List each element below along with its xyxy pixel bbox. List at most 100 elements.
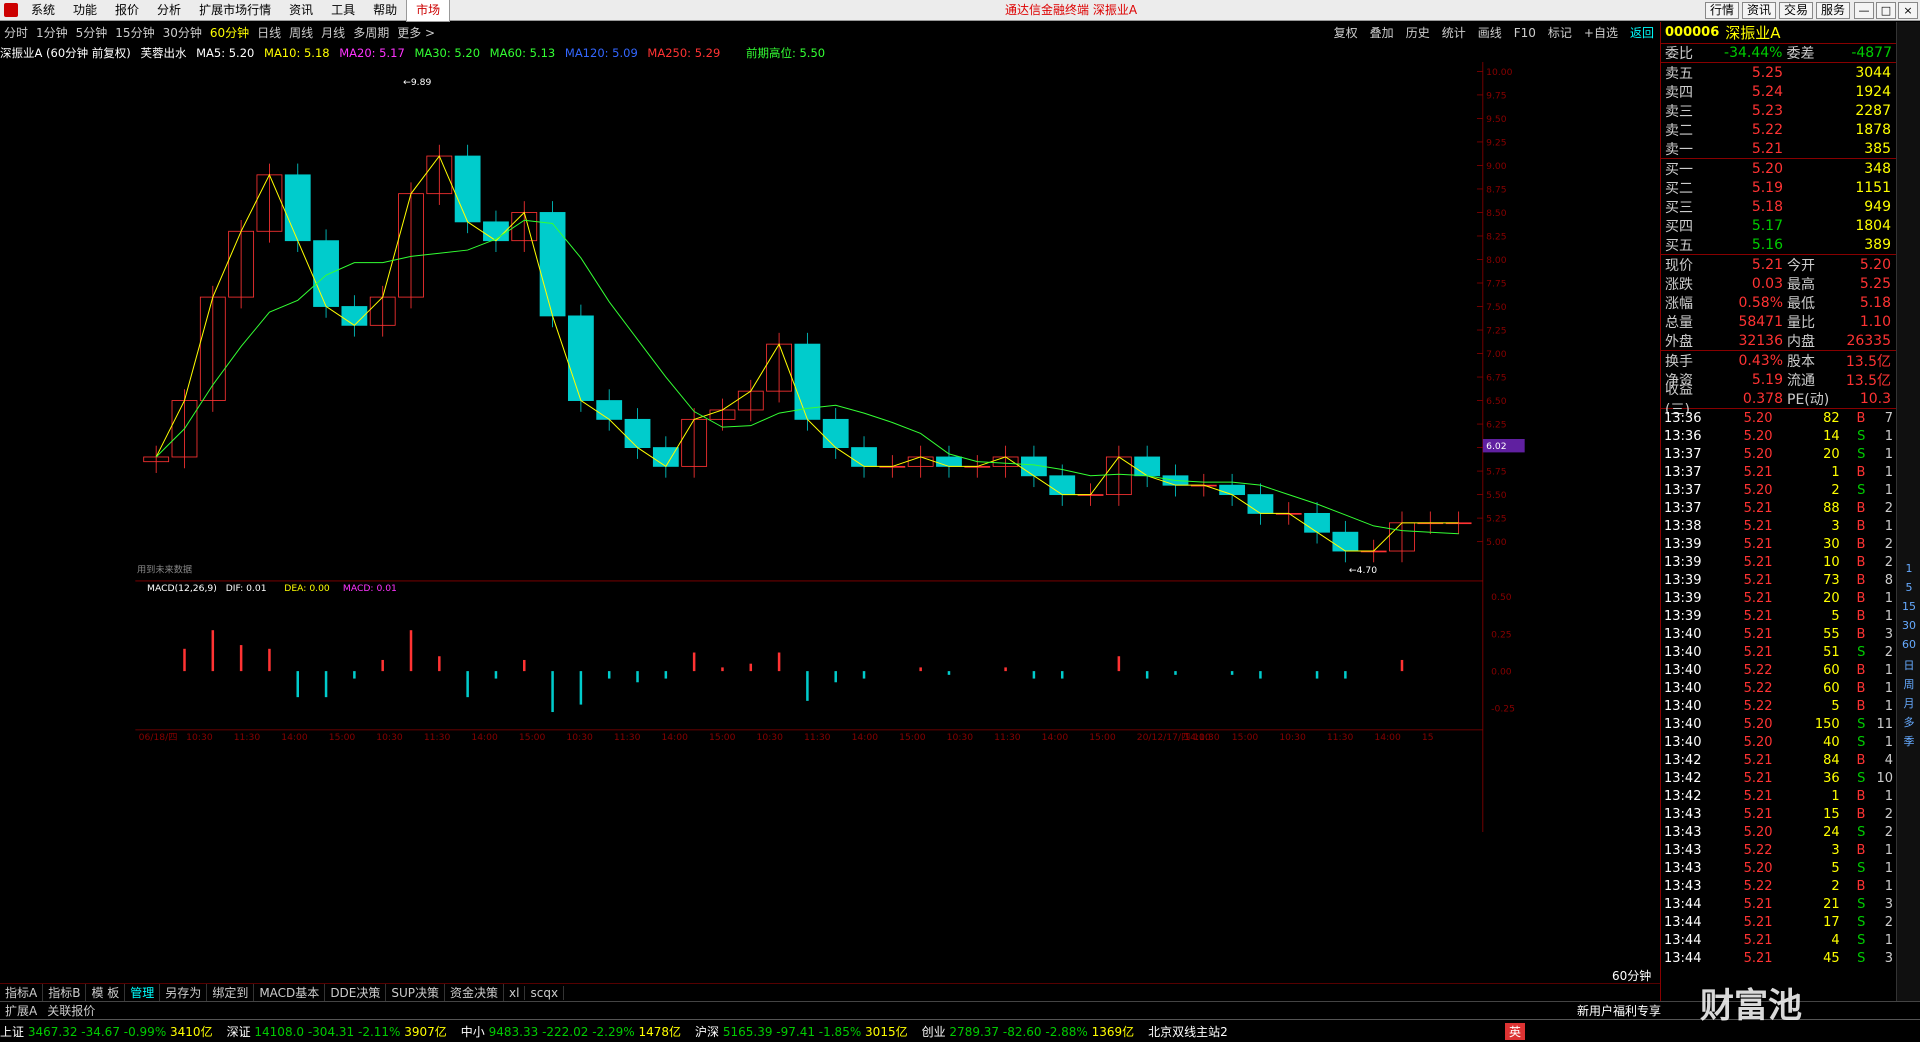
tick-volume: 20 — [1823, 446, 1840, 462]
indicator-tab[interactable]: 指标B — [43, 984, 87, 1001]
tick-side: S — [1857, 932, 1866, 948]
index-quote[interactable]: 深证 14108.0 -304.31 -2.11% 3907亿 — [227, 1023, 447, 1040]
macd-y-tick-label: 0.50 — [1491, 592, 1512, 603]
promo-link[interactable]: 新用户福利专享 — [1572, 1002, 1666, 1019]
bid-row[interactable]: 买三 5.18 949 — [1661, 197, 1896, 216]
index-amount: 3410亿 — [170, 1024, 213, 1039]
indicator-tab[interactable]: 另存为 — [160, 984, 208, 1001]
menu-item-tools[interactable]: 工具 — [322, 0, 364, 21]
close-icon[interactable]: × — [1898, 2, 1918, 19]
toolbar-draw-button[interactable]: 画线 — [1472, 24, 1508, 41]
bid-row[interactable]: 买四 5.17 1804 — [1661, 216, 1896, 235]
menu-item-system[interactable]: 系统 — [22, 0, 64, 21]
tab-extension-a[interactable]: 扩展A — [0, 1002, 42, 1019]
news-button[interactable]: 资讯 — [1742, 2, 1777, 19]
side-period-icon[interactable]: 15 — [1900, 600, 1918, 616]
ask-row[interactable]: 卖五 5.25 3044 — [1661, 63, 1896, 82]
trade-button[interactable]: 交易 — [1779, 2, 1814, 19]
indicator-tab[interactable]: SUP决策 — [386, 984, 446, 1001]
toolbar-back-button[interactable]: 返回 — [1624, 24, 1660, 41]
side-period-icon[interactable]: 月 — [1900, 695, 1918, 711]
ask-row[interactable]: 卖三 5.23 2287 — [1661, 101, 1896, 120]
indicator-tab[interactable]: 模 板 — [86, 984, 126, 1001]
toolbar-fuquan-button[interactable]: 复权 — [1328, 24, 1364, 41]
period-tab-month[interactable]: 月线 — [317, 24, 349, 41]
ask-row[interactable]: 卖一 5.21 385 — [1661, 139, 1896, 158]
ime-indicator[interactable]: 英 — [1505, 1022, 1526, 1040]
index-quote[interactable]: 中小 9483.33 -222.02 -2.29% 1478亿 — [461, 1023, 681, 1040]
ask-label: 卖三 — [1665, 103, 1693, 120]
macd-series-label: DIF: 0.01 — [226, 583, 267, 594]
menu-item-help[interactable]: 帮助 — [364, 0, 406, 21]
period-tab-fenshi[interactable]: 分时 — [0, 24, 32, 41]
price-chart-area[interactable]: 10.00 9.75 9.50 9.25 9.00 8.75 8.50 8.25 8.00 7.7… — [0, 62, 1660, 832]
menu-item-function[interactable]: 功能 — [64, 0, 106, 21]
indicator-tab[interactable]: scqx — [525, 985, 565, 1000]
service-button[interactable]: 服务 — [1816, 2, 1851, 19]
period-tab-1min[interactable]: 1分钟 — [32, 24, 72, 41]
index-quote[interactable]: 创业 2789.37 -82.60 -2.88% 1369亿 — [922, 1023, 1135, 1040]
tick-price: 5.20 — [1743, 410, 1773, 426]
tick-list[interactable]: 13:36 5.20 82 B 7 13:36 5.20 14 S 1 13:37 5.20 20 S 1 1… — [1661, 408, 1896, 967]
index-amount: 1369亿 — [1091, 1024, 1135, 1039]
indicator-tab[interactable]: 绑定到 — [207, 984, 255, 1001]
index-quote[interactable]: 上证 3467.32 -34.67 -0.99% 3410亿 — [0, 1023, 213, 1040]
indicator-name[interactable]: 芙蓉出水 — [140, 46, 186, 60]
period-tab-multi[interactable]: 多周期 — [349, 24, 393, 41]
quote-button[interactable]: 行情 — [1705, 2, 1740, 19]
period-tab-day[interactable]: 日线 — [253, 24, 285, 41]
tick-volume: 14 — [1823, 428, 1840, 444]
toolbar-overlay-button[interactable]: 叠加 — [1364, 24, 1400, 41]
toolbar-mark-button[interactable]: 标记 — [1542, 24, 1578, 41]
period-tab-more[interactable]: 更多 > — [393, 24, 439, 41]
tab-related-quote[interactable]: 关联报价 — [42, 1002, 100, 1019]
ask-row[interactable]: 卖二 5.22 1878 — [1661, 120, 1896, 139]
ask-row[interactable]: 卖四 5.24 1924 — [1661, 82, 1896, 101]
index-quote[interactable]: 沪深 5165.39 -97.41 -1.85% 3015亿 — [695, 1023, 908, 1040]
bid-row[interactable]: 买二 5.19 1151 — [1661, 178, 1896, 197]
side-period-icon[interactable]: 5 — [1900, 581, 1918, 597]
toolbar-history-button[interactable]: 历史 — [1400, 24, 1436, 41]
indicator-tab[interactable]: 资金决策 — [445, 984, 505, 1001]
side-period-icon[interactable]: 30 — [1900, 619, 1918, 635]
maximize-icon[interactable]: □ — [1876, 2, 1896, 19]
tick-price: 5.20 — [1743, 446, 1773, 462]
side-period-icon[interactable]: 季 — [1900, 733, 1918, 749]
bid-label: 买二 — [1665, 180, 1693, 197]
toolbar-f10-button[interactable]: F10 — [1508, 26, 1542, 40]
bid-row[interactable]: 买一 5.20 348 — [1661, 159, 1896, 178]
side-period-icon[interactable]: 周 — [1900, 676, 1918, 692]
menu-item-news[interactable]: 资讯 — [280, 0, 322, 21]
side-period-icon[interactable]: 60 — [1900, 638, 1918, 654]
side-period-icon[interactable]: 1 — [1900, 562, 1918, 578]
indicator-tab[interactable]: xl — [504, 985, 526, 1000]
indicator-tab[interactable]: 指标A — [0, 984, 44, 1001]
indicator-tab[interactable]: DDE决策 — [325, 984, 387, 1001]
side-period-icon[interactable]: 日 — [1900, 657, 1918, 673]
ask-label: 卖四 — [1665, 84, 1693, 101]
indicator-tab[interactable]: 管理 — [125, 984, 161, 1001]
indicator-tab[interactable]: MACD基本 — [254, 984, 326, 1001]
tick-price: 5.22 — [1743, 680, 1773, 696]
period-tab-15min[interactable]: 15分钟 — [111, 24, 158, 41]
side-period-icon[interactable]: 多 — [1900, 714, 1918, 730]
period-tab-week[interactable]: 周线 — [285, 24, 317, 41]
bid-row[interactable]: 买五 5.16 389 — [1661, 235, 1896, 254]
menu-item-quote[interactable]: 报价 — [106, 0, 148, 21]
candle-body — [1049, 475, 1076, 496]
tick-price: 5.21 — [1743, 608, 1773, 624]
server-name[interactable]: 北京双线主站2 — [1148, 1023, 1228, 1040]
menu-item-extended-market[interactable]: 扩展市场行情 — [190, 0, 280, 21]
quote-title: 000006 深振业A — [1661, 22, 1896, 44]
period-tab-5min[interactable]: 5分钟 — [72, 24, 112, 41]
period-tab-60min[interactable]: 60分钟 — [206, 24, 253, 41]
toolbar-stats-button[interactable]: 统计 — [1436, 24, 1472, 41]
index-amount: 1478亿 — [638, 1024, 682, 1039]
minimize-icon[interactable]: — — [1854, 2, 1874, 19]
menu-item-market[interactable]: 市场 — [406, 0, 451, 22]
menu-item-analysis[interactable]: 分析 — [148, 0, 190, 21]
period-tab-30min[interactable]: 30分钟 — [159, 24, 206, 41]
toolbar-add-watchlist-button[interactable]: +自选 — [1578, 24, 1624, 41]
tick-volume: 1 — [1831, 464, 1840, 480]
x-tick-label: 15 — [1422, 732, 1434, 743]
